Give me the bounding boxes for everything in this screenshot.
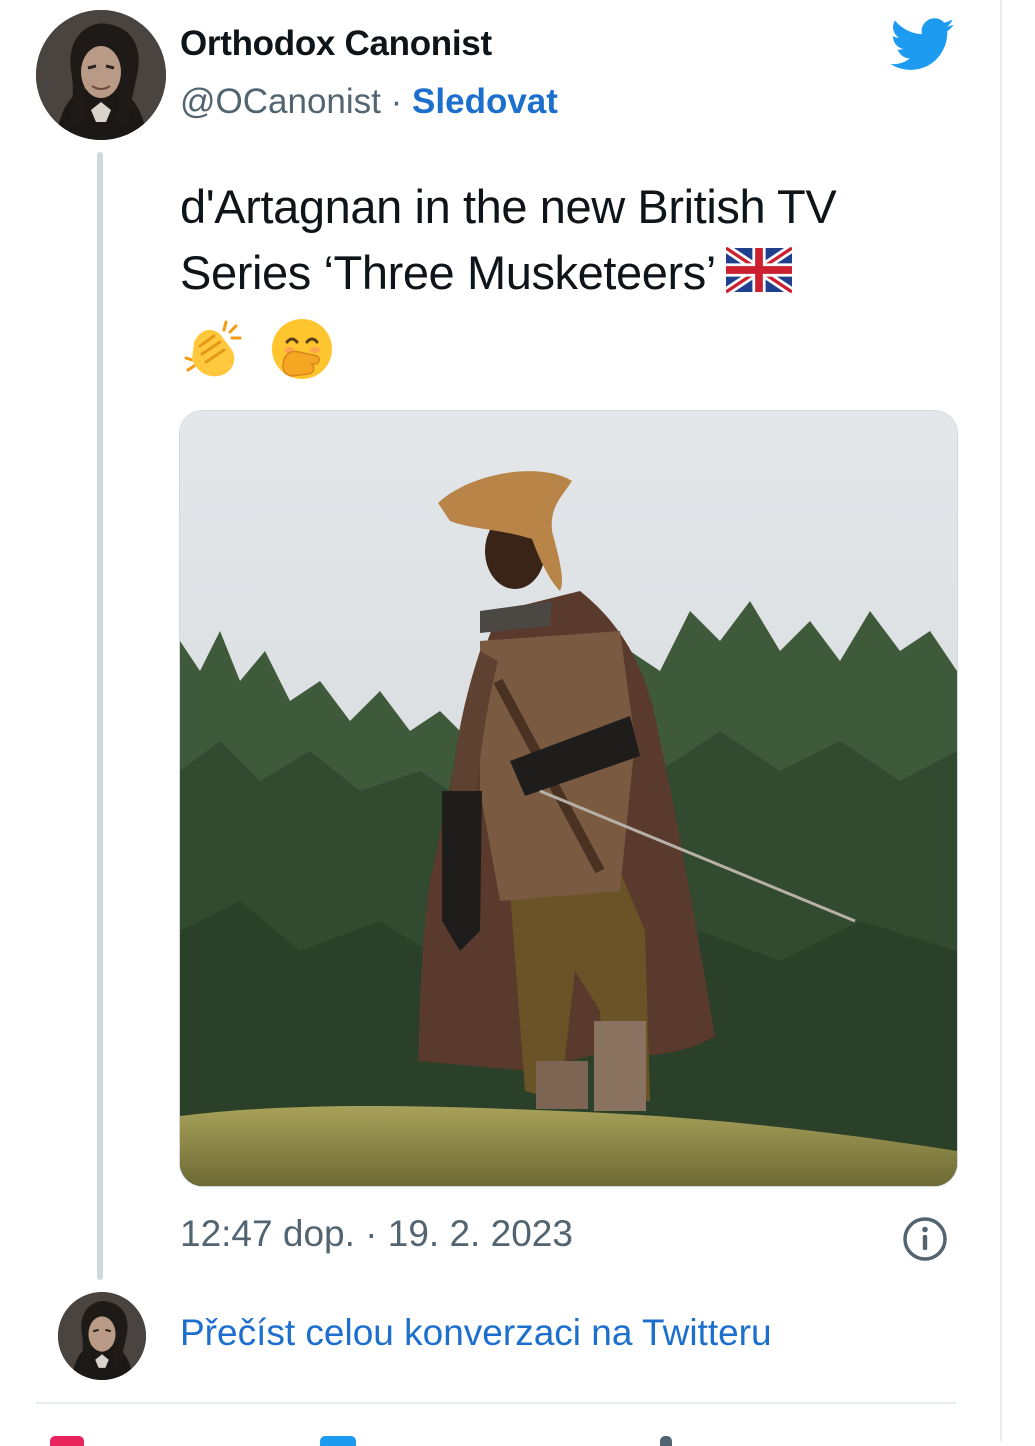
read-more-avatar-photo xyxy=(58,1292,146,1380)
tweet-emoji-row xyxy=(180,312,970,382)
author-avatar-photo xyxy=(36,10,166,140)
media-photo xyxy=(180,411,957,1186)
author-display-name[interactable]: Orthodox Canonist xyxy=(180,24,492,64)
info-icon[interactable] xyxy=(902,1216,948,1262)
like-icon[interactable] xyxy=(50,1436,84,1446)
reply-icon[interactable] xyxy=(320,1436,356,1446)
read-full-conversation-link[interactable]: Přečíst celou konverzaci na Twitteru xyxy=(180,1312,772,1354)
clapping-hands-icon xyxy=(184,320,242,376)
card-right-edge xyxy=(1000,0,1002,1441)
tweet-timestamp[interactable]: 12:47 dop. · 19. 2. 2023 xyxy=(180,1213,573,1255)
bottom-action-bar xyxy=(36,1428,956,1446)
footer-divider xyxy=(36,1402,956,1404)
thread-connector-line xyxy=(97,152,103,1280)
handle-separator: · xyxy=(390,82,403,121)
face-with-hand-over-mouth-icon xyxy=(271,318,332,379)
author-avatar[interactable] xyxy=(36,10,166,140)
follow-link[interactable]: Sledovat xyxy=(412,82,558,121)
tweet-text-line-1: d'Artagnan in the new British TV xyxy=(180,180,837,233)
flag-united-kingdom-icon xyxy=(725,247,792,293)
twitter-bird-icon[interactable] xyxy=(890,18,956,72)
tweet-text-line-2: Series ‘Three Musketeers’ xyxy=(180,240,970,306)
author-handle-row: @OCanonist · Sledovat xyxy=(180,82,558,122)
tweet-media-image[interactable] xyxy=(179,410,958,1187)
author-handle[interactable]: @OCanonist xyxy=(180,82,381,121)
tweet-text-line-2-text: Series ‘Three Musketeers’ xyxy=(180,246,716,299)
share-icon[interactable] xyxy=(660,1436,672,1446)
tweet-text: d'Artagnan in the new British TV Series … xyxy=(180,174,970,382)
read-more-author-avatar[interactable] xyxy=(58,1292,146,1380)
